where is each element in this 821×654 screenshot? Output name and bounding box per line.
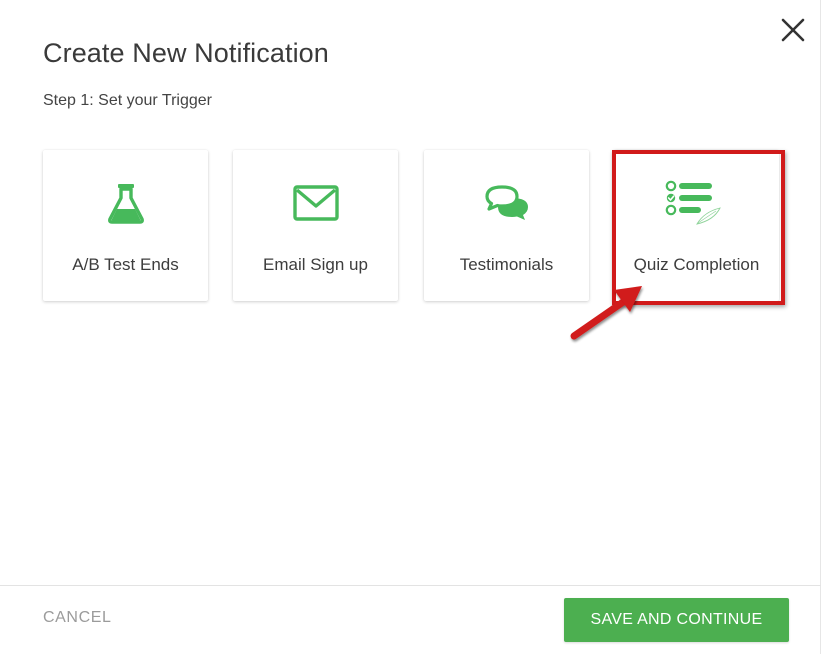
trigger-card-ab-test-ends[interactable]: A/B Test Ends [43, 150, 208, 301]
trigger-card-label: Email Sign up [263, 255, 368, 274]
trigger-card-label: A/B Test Ends [72, 255, 179, 274]
trigger-card-quiz-completion[interactable]: Quiz Completion [614, 150, 779, 301]
footer-divider [0, 585, 821, 586]
chat-bubbles-icon [484, 180, 530, 226]
trigger-card-testimonials[interactable]: Testimonials [424, 150, 589, 301]
step-label: Step 1: Set your Trigger [43, 92, 212, 109]
trigger-card-label: Quiz Completion [633, 255, 760, 274]
cancel-button[interactable]: CANCEL [43, 609, 112, 627]
flask-icon [103, 180, 149, 226]
checklist-icon [664, 180, 724, 226]
create-notification-dialog: Create New Notification Step 1: Set your… [0, 0, 821, 654]
trigger-card-email-sign-up[interactable]: Email Sign up [233, 150, 398, 301]
save-and-continue-button[interactable]: SAVE AND CONTINUE [564, 598, 789, 642]
close-icon[interactable] [779, 16, 807, 44]
trigger-card-label: Testimonials [459, 255, 554, 274]
envelope-icon [292, 180, 339, 226]
dialog-title: Create New Notification [43, 38, 329, 68]
